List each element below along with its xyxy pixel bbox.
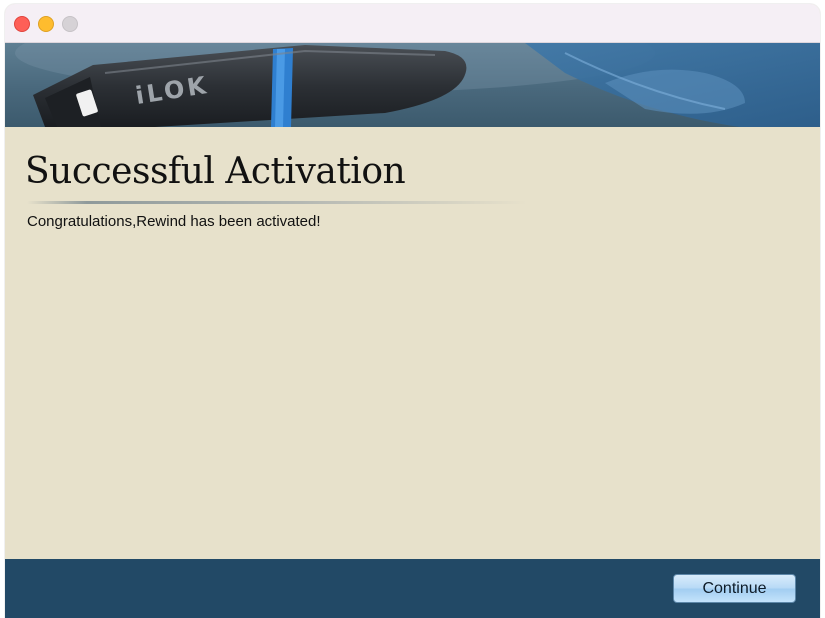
page-title: Successful Activation [25, 151, 406, 192]
close-window-button[interactable] [14, 16, 30, 32]
activation-window: iLOK Successful Activation Congratulatio… [5, 4, 820, 618]
activation-message: Congratulations,Rewind has been activate… [27, 213, 321, 230]
title-bar [5, 4, 820, 43]
main-content: Successful Activation Congratulations,Re… [5, 127, 820, 559]
footer-bar: Continue [5, 559, 820, 618]
continue-button[interactable]: Continue [673, 574, 796, 603]
ilok-key-illustration: iLOK [15, 43, 820, 127]
header-banner-image: iLOK [5, 43, 820, 127]
title-underline [27, 201, 527, 204]
zoom-window-button[interactable] [62, 16, 78, 32]
minimize-window-button[interactable] [38, 16, 54, 32]
